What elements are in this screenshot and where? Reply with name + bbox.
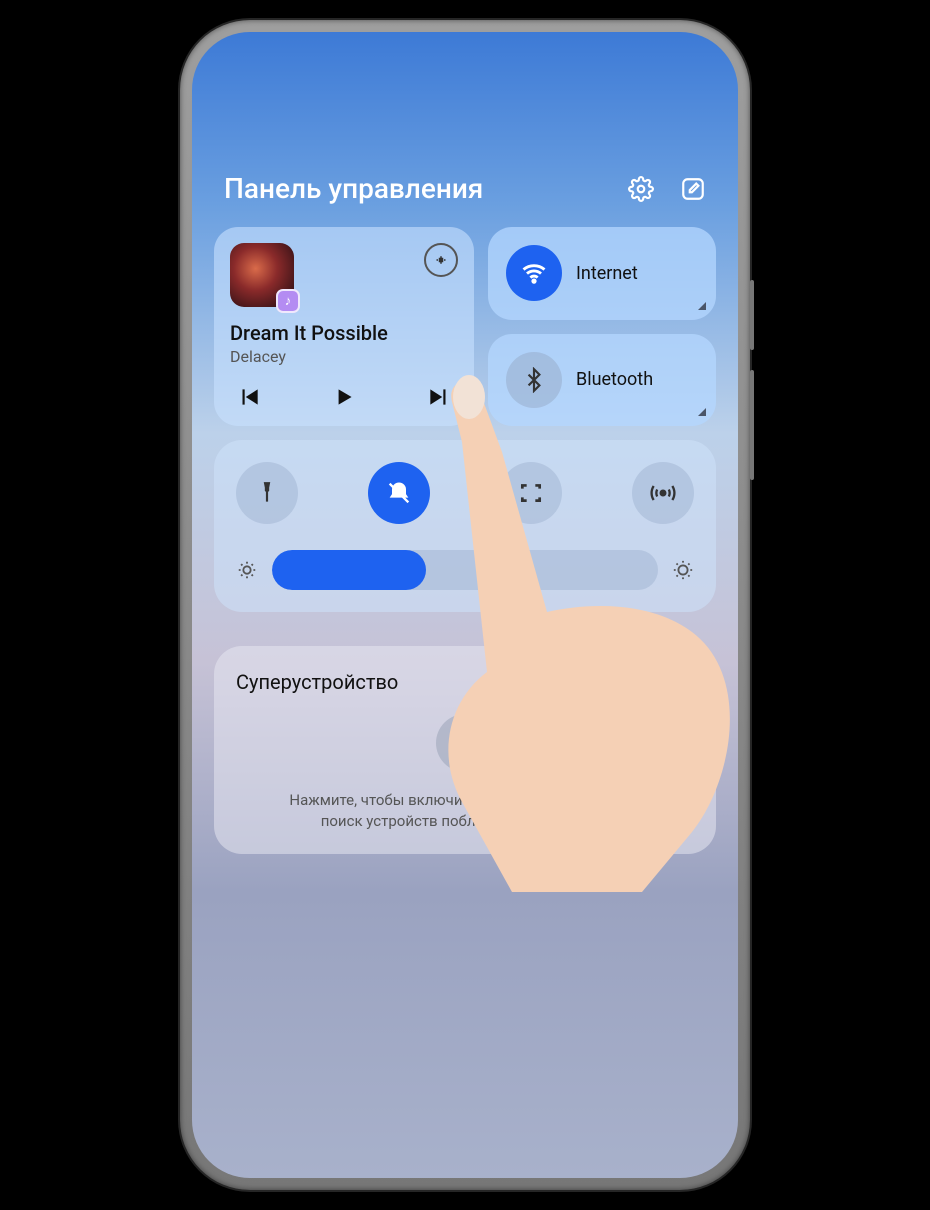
expand-icon <box>698 302 706 310</box>
album-art: ♪ <box>230 243 294 307</box>
mute-button[interactable] <box>368 462 430 524</box>
song-artist: Delacey <box>230 347 458 366</box>
prev-track-icon[interactable] <box>236 384 262 410</box>
internet-toggle[interactable]: Internet <box>488 227 716 320</box>
settings-icon[interactable] <box>628 176 654 202</box>
brightness-low-icon <box>236 559 258 581</box>
super-device-card: Суперустройство ✕ Нажмите, чтобы включит… <box>214 646 716 854</box>
close-icon[interactable]: ✕ <box>674 668 694 696</box>
quick-row <box>236 462 694 524</box>
brightness-high-icon <box>672 559 694 581</box>
control-panel-header: Панель управления <box>214 172 716 227</box>
header-actions <box>628 176 706 202</box>
learn-more-link[interactable]: Подробнее <box>532 812 610 830</box>
expand-icon <box>698 408 706 416</box>
music-card[interactable]: ♪ Dream It Possible Delacey <box>214 227 474 426</box>
edit-icon[interactable] <box>680 176 706 202</box>
bluetooth-icon <box>506 352 562 408</box>
screenshot-button[interactable] <box>500 462 562 524</box>
phone-frame: Панель управления ♪ Dream It Possible De… <box>180 20 750 1190</box>
music-app-icon: ♪ <box>276 289 300 313</box>
flashlight-button[interactable] <box>236 462 298 524</box>
play-icon[interactable] <box>331 384 357 410</box>
audio-output-icon[interactable] <box>424 243 458 277</box>
top-row: ♪ Dream It Possible Delacey <box>214 227 716 426</box>
super-device-title: Суперустройство <box>236 670 398 694</box>
screen: Панель управления ♪ Dream It Possible De… <box>192 32 738 1178</box>
super-device-hint: Нажмите, чтобы включить Bluetooth и выпо… <box>236 790 694 832</box>
hotspot-button[interactable] <box>632 462 694 524</box>
side-button <box>750 370 754 480</box>
brightness-slider[interactable] <box>272 550 658 590</box>
next-track-icon[interactable] <box>426 384 452 410</box>
wifi-icon <box>506 245 562 301</box>
page-title: Панель управления <box>224 172 483 205</box>
brightness-fill <box>272 550 426 590</box>
connectivity-col: Internet Bluetooth <box>488 227 716 426</box>
search-devices-button[interactable] <box>436 714 494 772</box>
brightness-row <box>236 550 694 590</box>
bluetooth-label: Bluetooth <box>576 369 653 390</box>
quick-toggles-card <box>214 440 716 612</box>
bluetooth-toggle[interactable]: Bluetooth <box>488 334 716 427</box>
side-button <box>750 280 754 350</box>
song-title: Dream It Possible <box>230 321 458 345</box>
internet-label: Internet <box>576 263 638 284</box>
